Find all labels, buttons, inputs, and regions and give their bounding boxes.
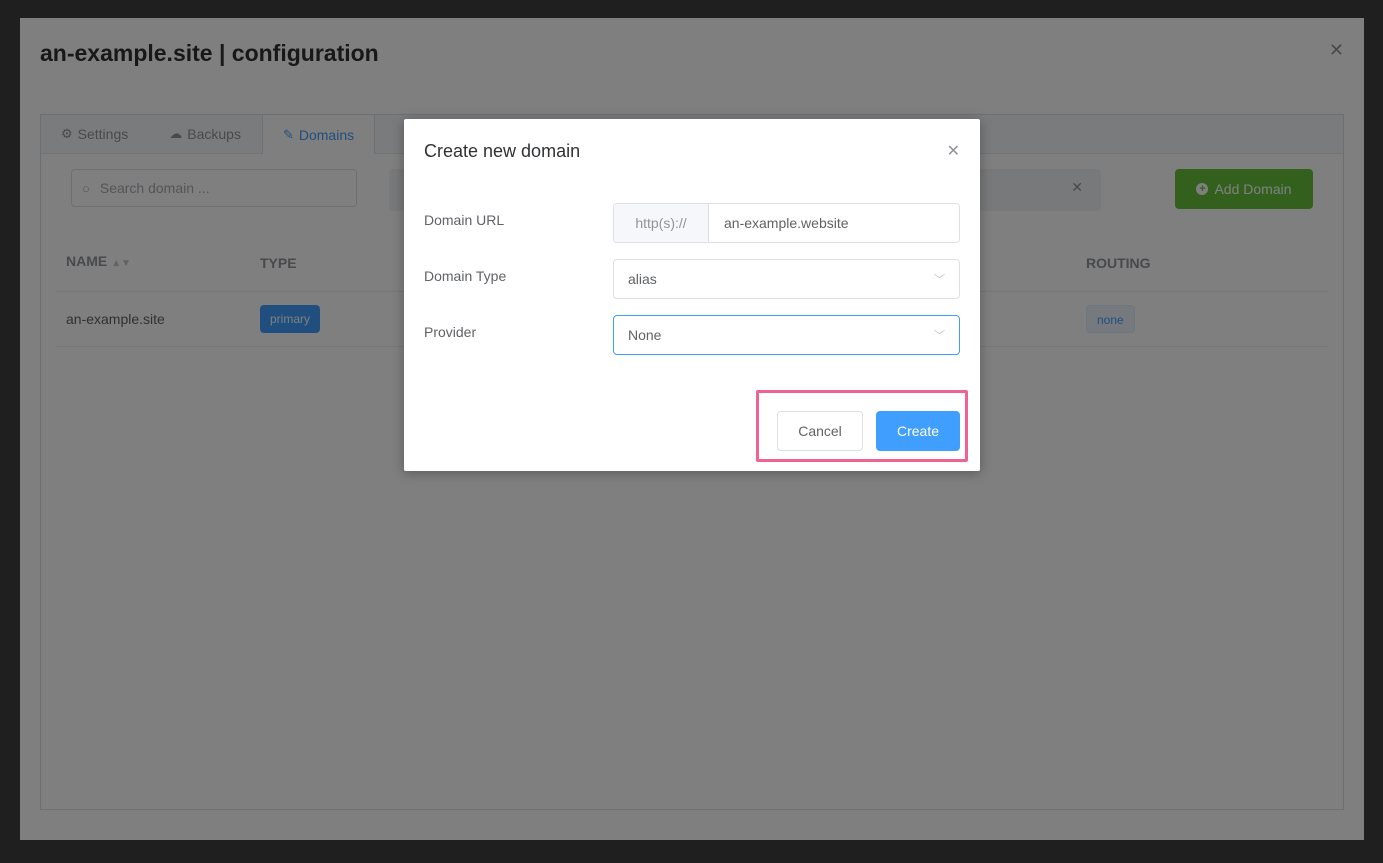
domain-url-label: Domain URL [424, 212, 505, 228]
domain-type-label: Domain Type [424, 268, 507, 284]
domain-type-control: alias ﹀ [613, 259, 960, 299]
create-domain-dialog: Create new domain ✕ Domain URL http(s):/… [404, 119, 980, 471]
dialog-close-icon[interactable]: ✕ [947, 141, 960, 161]
provider-select[interactable]: None ﹀ [613, 315, 960, 355]
url-prefix: http(s):// [614, 204, 709, 242]
chevron-down-icon: ﹀ [934, 274, 945, 286]
domain-url-input[interactable] [709, 204, 959, 242]
create-button[interactable]: Create [876, 411, 960, 451]
domain-url-control: http(s):// [613, 203, 960, 243]
provider-control: None ﹀ [613, 315, 960, 355]
domain-type-row: Domain Type alias ﹀ [424, 259, 960, 299]
cancel-button[interactable]: Cancel [777, 411, 863, 451]
chevron-down-icon: ﹀ [934, 330, 945, 342]
provider-value: None [628, 327, 662, 343]
domain-type-value: alias [628, 271, 657, 287]
domain-type-select[interactable]: alias ﹀ [613, 259, 960, 299]
provider-row: Provider None ﹀ [424, 315, 960, 355]
domain-url-input-group: http(s):// [613, 203, 960, 243]
dialog-title: Create new domain [424, 141, 581, 161]
provider-label: Provider [424, 324, 477, 340]
domain-url-row: Domain URL http(s):// [424, 203, 960, 243]
